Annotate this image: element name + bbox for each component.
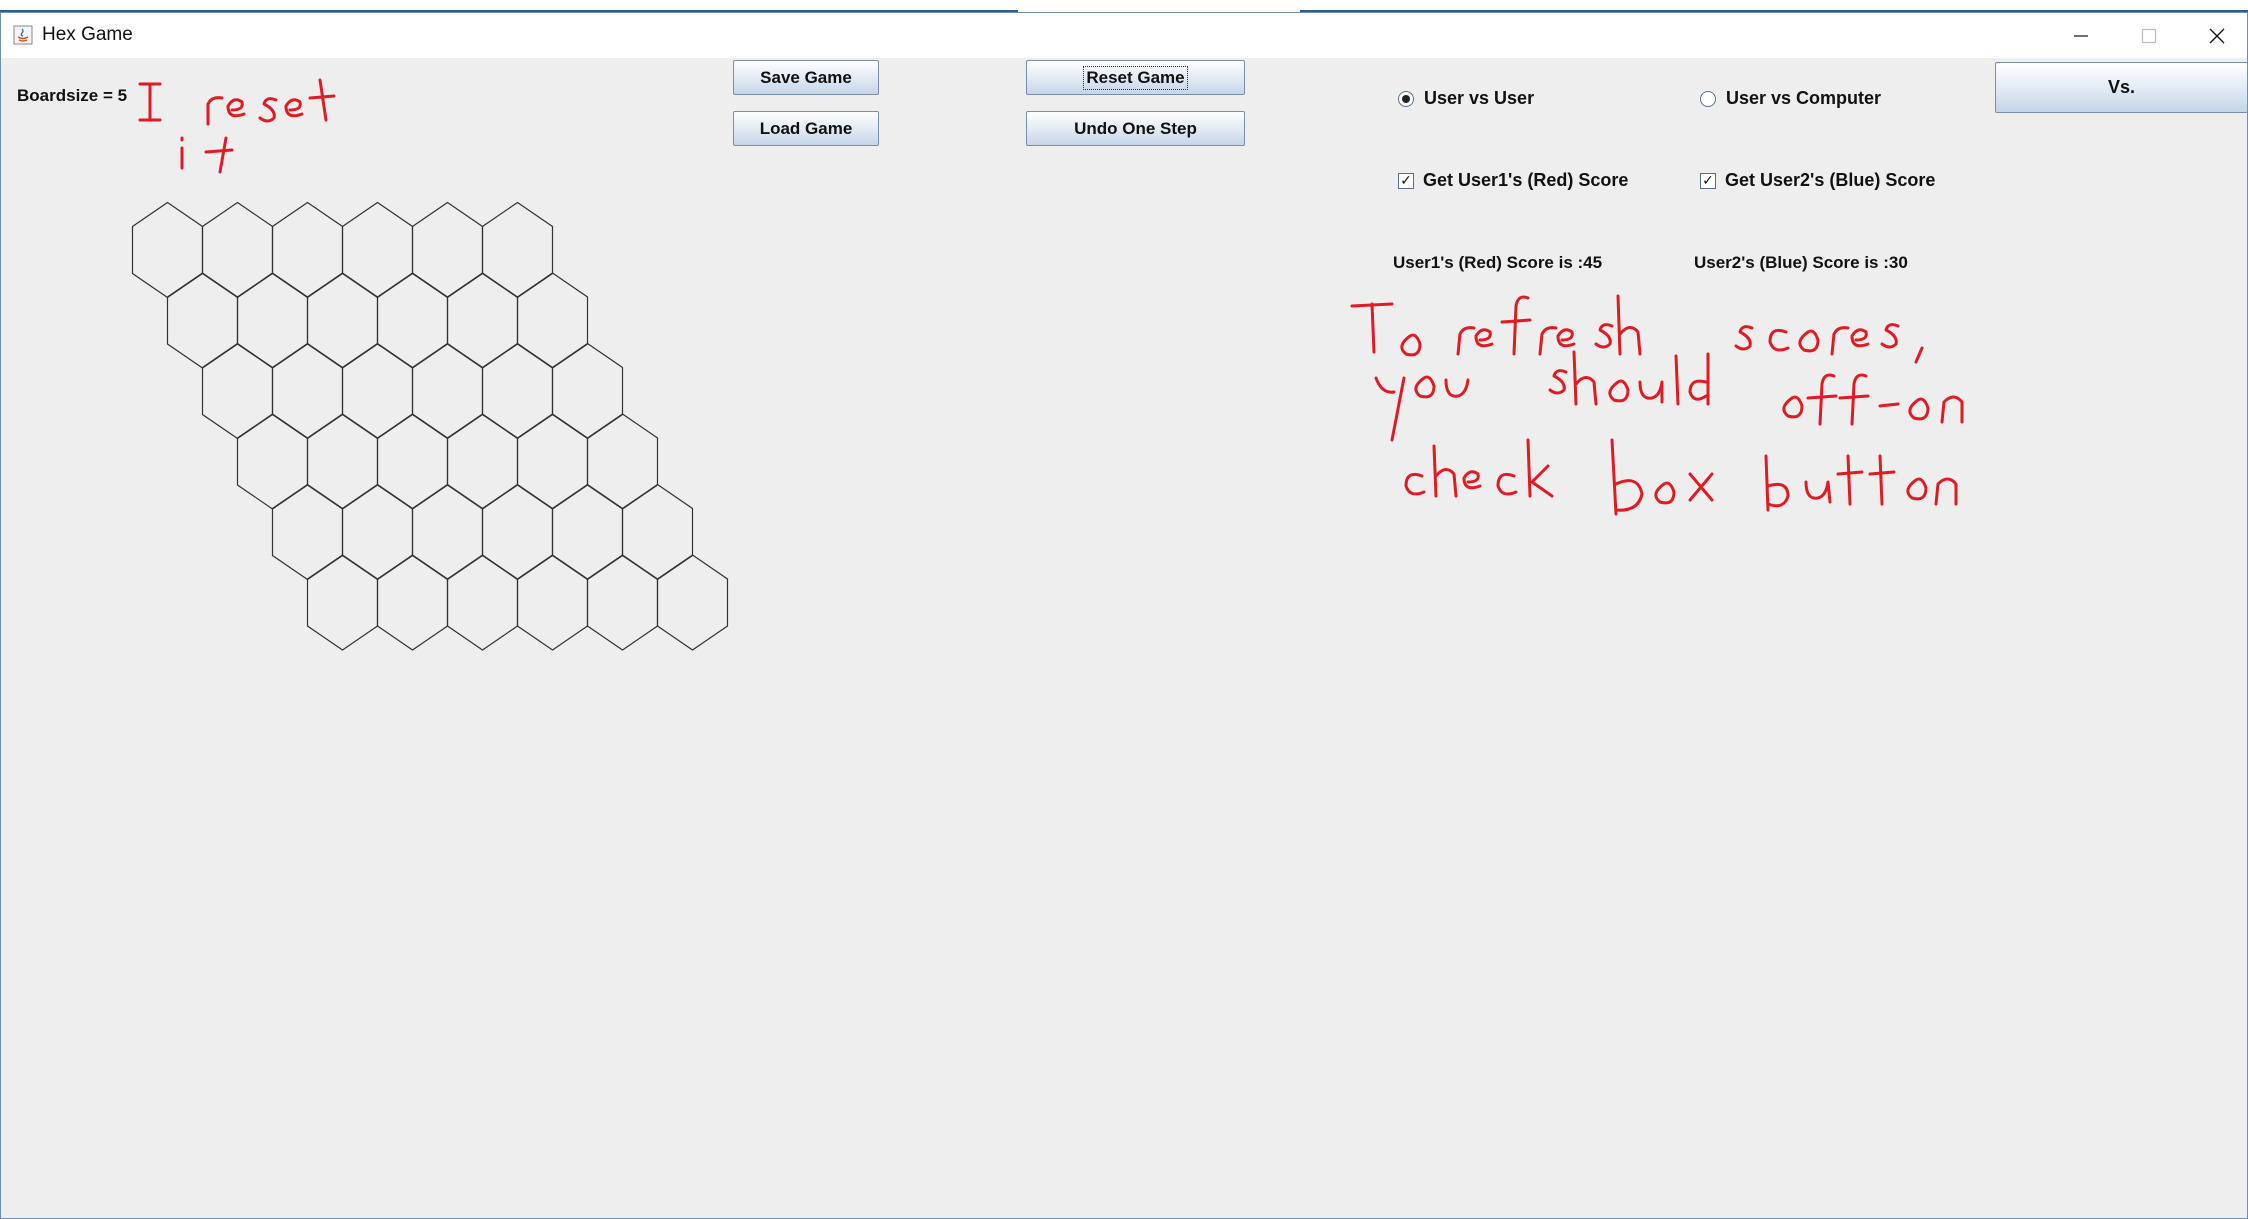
checkbox-get-blue-score[interactable]: ✓ Get User2's (Blue) Score <box>1700 170 1935 191</box>
close-icon <box>2209 28 2225 44</box>
radio-user-vs-user-label: User vs User <box>1424 88 1535 108</box>
load-game-button[interactable]: Load Game <box>733 111 879 146</box>
radio-user-vs-computer-label: User vs Computer <box>1726 88 1882 108</box>
checkbox-get-red-score-label: Get User1's (Red) Score <box>1423 170 1629 190</box>
checkmark-icon: ✓ <box>1398 172 1414 189</box>
java-app-icon <box>13 25 33 45</box>
minimize-button[interactable] <box>2047 13 2115 59</box>
blue-score-text: User2's (Blue) Score is :30 <box>1694 253 1908 272</box>
radio-user-vs-user[interactable]: User vs User <box>1398 88 1534 109</box>
maximize-button[interactable] <box>2115 13 2183 59</box>
checkmark-icon: ✓ <box>1700 172 1716 189</box>
save-game-button[interactable]: Save Game <box>733 60 879 95</box>
reset-game-label: Reset Game <box>1083 65 1188 90</box>
reset-game-button[interactable]: Reset Game <box>1026 60 1245 95</box>
undo-one-step-button[interactable]: Undo One Step <box>1026 111 1245 146</box>
vs-button[interactable]: Vs. <box>1995 62 2248 113</box>
desktop-strip <box>0 0 2248 12</box>
radio-user-vs-computer[interactable]: User vs Computer <box>1700 88 1881 109</box>
radio-unselected-icon <box>1700 90 1716 107</box>
checkbox-get-blue-score-label: Get User2's (Blue) Score <box>1725 170 1936 190</box>
boardsize-label: Boardsize = 5 <box>17 86 128 105</box>
radio-selected-icon <box>1398 90 1414 107</box>
minimize-icon <box>2074 35 2088 37</box>
maximize-icon <box>2141 28 2157 44</box>
title-bar[interactable]: Hex Game <box>1 12 2247 58</box>
red-score-text: User1's (Red) Score is :45 <box>1393 253 1603 272</box>
checkbox-get-red-score[interactable]: ✓ Get User1's (Red) Score <box>1398 170 1628 191</box>
window-title: Hex Game <box>42 24 133 45</box>
close-button[interactable] <box>2183 13 2248 59</box>
